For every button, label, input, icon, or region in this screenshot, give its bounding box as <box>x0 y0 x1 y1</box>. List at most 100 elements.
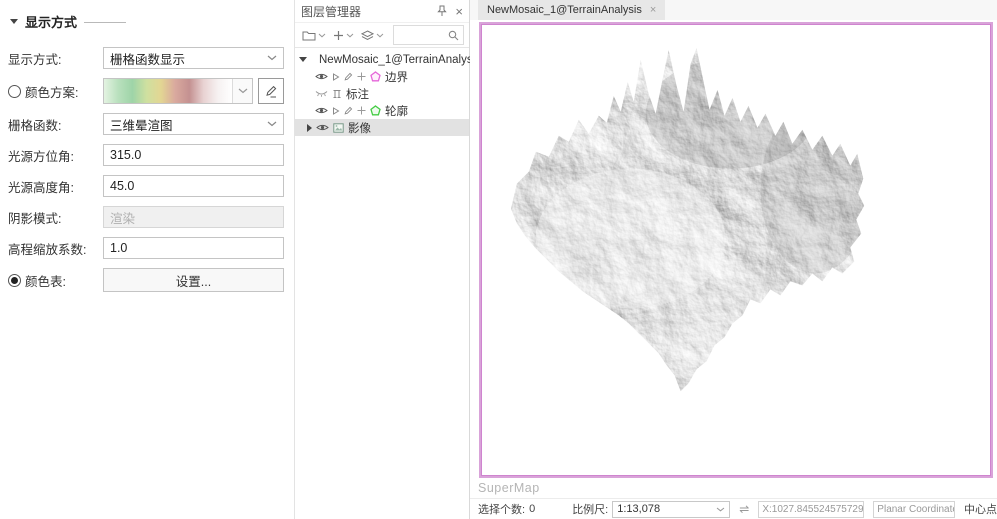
selectable-icon[interactable] <box>332 73 340 81</box>
polygon-geometry-icon <box>370 105 381 116</box>
display-mode-label: 显示方式: <box>8 49 103 68</box>
expand-collapse-icon[interactable] <box>307 124 312 132</box>
layer-label: 轮廓 <box>385 103 408 119</box>
editable-pencil-icon[interactable] <box>344 106 353 115</box>
light-altitude-row: 光源高度角: 45.0 <box>8 175 284 197</box>
color-table-settings-button[interactable]: 设置... <box>103 268 284 292</box>
tree-row-outline[interactable]: 轮廓 <box>295 102 469 119</box>
folder-icon <box>302 30 316 41</box>
display-mode-value: 栅格函数显示 <box>110 49 185 68</box>
image-layer-icon <box>333 123 344 133</box>
add-layer-button[interactable] <box>331 28 356 43</box>
visibility-eye-icon[interactable] <box>315 106 328 115</box>
pin-icon[interactable] <box>437 5 447 17</box>
light-altitude-label: 光源高度角: <box>8 177 103 196</box>
expand-collapse-icon[interactable] <box>299 57 307 62</box>
display-mode-select[interactable]: 栅格函数显示 <box>103 47 284 69</box>
scale-select[interactable]: 1:13,078 <box>612 501 730 518</box>
chevron-down-icon <box>346 33 354 38</box>
center-point-label: 中心点 <box>964 501 997 517</box>
snap-cross-icon[interactable] <box>357 106 366 115</box>
edit-color-scheme-button[interactable] <box>258 78 284 104</box>
layer-tree: NewMosaic_1@TerrainAnalysis 边界 标注 <box>295 48 469 136</box>
shadow-mode-row: 阴影模式: 渲染 <box>8 206 284 228</box>
color-gradient-swatch <box>104 79 232 103</box>
tree-row-image[interactable]: 影像 <box>295 119 469 136</box>
z-factor-row: 高程缩放系数: 1.0 <box>8 237 284 259</box>
chevron-down-icon <box>318 33 326 38</box>
shadow-mode-input: 渲染 <box>103 206 284 228</box>
light-azimuth-input[interactable]: 315.0 <box>103 144 284 166</box>
shadow-mode-label: 阴影模式: <box>8 208 103 227</box>
raster-function-value: 三维晕渲图 <box>110 115 173 134</box>
tree-row-map-root[interactable]: NewMosaic_1@TerrainAnalysis <box>295 51 469 68</box>
color-table-radio[interactable] <box>8 274 21 287</box>
app-window: 显示方式 显示方式: 栅格函数显示 颜色方案: <box>0 0 997 519</box>
z-factor-input[interactable]: 1.0 <box>103 237 284 259</box>
layer-manager-toolbar <box>295 22 469 48</box>
header-divider <box>84 22 126 23</box>
map-tab[interactable]: NewMosaic_1@TerrainAnalysis × <box>478 0 665 20</box>
polygon-geometry-icon <box>370 71 381 82</box>
chevron-down-icon <box>267 55 277 61</box>
color-scheme-radio[interactable] <box>8 85 21 98</box>
display-mode-row: 显示方式: 栅格函数显示 <box>8 47 284 69</box>
plus-icon <box>333 30 344 41</box>
layer-search-input[interactable] <box>393 25 464 45</box>
supermap-watermark: SuperMap <box>478 481 540 495</box>
raster-function-select[interactable]: 三维晕渲图 <box>103 113 284 135</box>
map-extent-rectangle <box>479 22 993 478</box>
visibility-eye-icon[interactable] <box>316 123 329 132</box>
raster-function-row: 栅格函数: 三维晕渲图 <box>8 113 284 135</box>
display-settings-panel: 显示方式 显示方式: 栅格函数显示 颜色方案: <box>0 0 295 519</box>
light-azimuth-row: 光源方位角: 315.0 <box>8 144 284 166</box>
map-viewport[interactable] <box>470 20 997 478</box>
color-scheme-select[interactable] <box>103 78 253 104</box>
visibility-eye-closed-icon[interactable] <box>315 90 328 97</box>
visibility-eye-icon[interactable] <box>315 72 328 81</box>
status-bar: 选择个数: 0 比例尺: 1:13,078 ⇌ X:1027.845524575… <box>470 498 997 519</box>
section-title: 显示方式 <box>25 12 77 31</box>
layer-options-button[interactable] <box>359 28 386 43</box>
selection-count-label: 选择个数: <box>478 501 525 517</box>
color-table-label: 颜色表: <box>25 271 66 290</box>
collapse-section-icon[interactable] <box>10 19 18 24</box>
z-factor-label: 高程缩放系数: <box>8 239 103 258</box>
map-tab-label: NewMosaic_1@TerrainAnalysis <box>487 4 642 16</box>
chevron-down-icon <box>716 507 725 512</box>
editable-pencil-icon[interactable] <box>344 72 353 81</box>
cursor-coordinates-field: X:1027.845524575729,Y:2595.10 <box>758 501 864 518</box>
layer-label: 边界 <box>385 69 408 85</box>
layers-icon <box>361 30 374 41</box>
search-icon <box>448 30 459 41</box>
map-tabstrip: NewMosaic_1@TerrainAnalysis × <box>470 0 997 20</box>
coordinate-system-field: Planar Coordinate System---m <box>873 501 955 518</box>
light-azimuth-label: 光源方位角: <box>8 146 103 165</box>
snap-cross-icon[interactable] <box>357 72 366 81</box>
color-scheme-label: 颜色方案: <box>25 82 78 101</box>
swap-coordinates-icon[interactable]: ⇌ <box>739 502 749 516</box>
tree-row-annotation[interactable]: 标注 <box>295 85 469 102</box>
selectable-icon[interactable] <box>332 107 340 115</box>
annotation-text-icon <box>332 89 342 99</box>
color-scheme-row: 颜色方案: <box>8 78 284 104</box>
light-altitude-input[interactable]: 45.0 <box>103 175 284 197</box>
layer-manager-title: 图层管理器 <box>301 3 437 20</box>
section-header[interactable]: 显示方式 <box>10 12 284 31</box>
tree-row-boundary[interactable]: 边界 <box>295 68 469 85</box>
close-panel-icon[interactable]: × <box>455 5 463 18</box>
map-area: NewMosaic_1@TerrainAnalysis × <box>470 0 997 519</box>
tab-close-icon[interactable]: × <box>650 4 656 16</box>
hillshade-terrain <box>481 24 991 476</box>
chevron-down-icon <box>267 121 277 127</box>
layer-label: 标注 <box>346 86 369 102</box>
chevron-down-icon <box>376 33 384 38</box>
color-table-row: 颜色表: 设置... <box>8 268 284 292</box>
layer-manager-panel: 图层管理器 × <box>295 0 470 519</box>
selection-count-value: 0 <box>529 503 535 515</box>
scale-label: 比例尺: <box>572 501 608 517</box>
open-dataset-button[interactable] <box>300 28 328 43</box>
layer-label: 影像 <box>348 120 371 136</box>
raster-function-label: 栅格函数: <box>8 115 103 134</box>
pencil-icon <box>265 85 278 98</box>
